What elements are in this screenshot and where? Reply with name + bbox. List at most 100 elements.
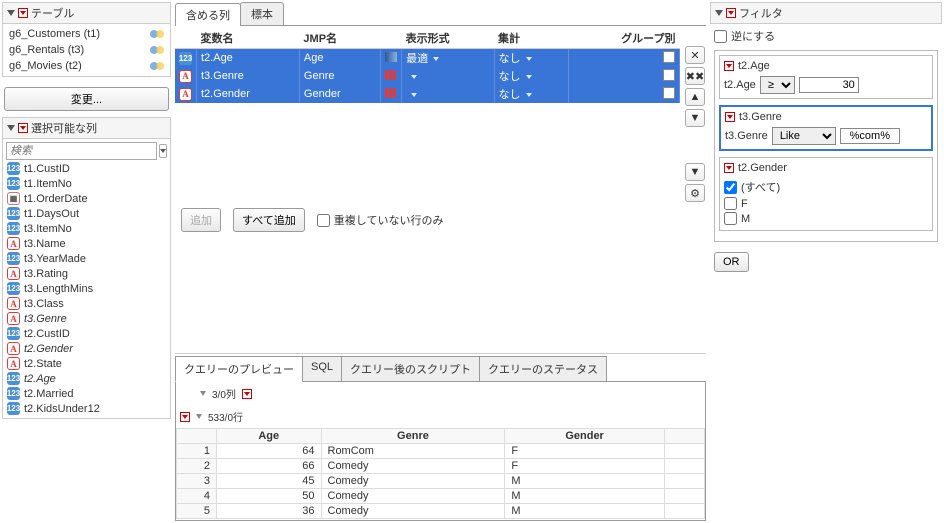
swap-button[interactable]: ✖✖ [685, 67, 705, 85]
red-menu-icon[interactable] [725, 112, 735, 122]
invert-checkbox-label[interactable]: 逆にする [714, 28, 938, 44]
include-row[interactable]: At2.GenderGenderなし [175, 85, 680, 103]
red-menu-icon[interactable] [18, 123, 28, 133]
column-label: t1.DaysOut [24, 208, 79, 220]
red-menu-icon[interactable] [242, 389, 252, 399]
table-row[interactable]: g6_Customers (t1) [5, 26, 168, 42]
groupby-checkbox[interactable] [663, 69, 675, 81]
column-item[interactable]: 123t1.CustID [5, 161, 168, 176]
preview-row[interactable]: 164RomComF [177, 444, 705, 459]
filter-gender-option[interactable]: M [724, 211, 928, 226]
tables-header[interactable]: テーブル [2, 2, 171, 24]
join-icon[interactable] [150, 30, 164, 38]
or-button[interactable]: OR [714, 252, 749, 272]
cell-jmpname[interactable]: Age [299, 49, 380, 68]
include-row[interactable]: At3.GenreGenreなし [175, 67, 680, 85]
cols-disclosure-icon[interactable] [200, 391, 206, 396]
column-item[interactable]: 123t3.ItemNo [5, 221, 168, 236]
search-options-icon[interactable] [159, 144, 167, 158]
groupby-checkbox[interactable] [663, 51, 675, 63]
column-item[interactable]: 123t2.KidsUnder12 [5, 401, 168, 416]
red-menu-icon[interactable] [724, 163, 734, 173]
column-item[interactable]: 123t1.ItemNo [5, 176, 168, 191]
distinct-checkbox-label[interactable]: 重複していない行のみ [317, 212, 444, 228]
column-search-input[interactable] [6, 142, 157, 160]
bars-icon [385, 70, 397, 80]
red-menu-icon[interactable] [724, 61, 734, 71]
cell-agg[interactable]: なし [494, 67, 569, 85]
preview-row[interactable]: 536ComedyM [177, 504, 705, 519]
remove-button[interactable]: ✕ [685, 46, 705, 64]
move-up-button[interactable]: ▲ [685, 88, 705, 106]
join-icon[interactable] [150, 46, 164, 54]
filter-header[interactable]: フィルタ [710, 2, 942, 24]
tab-postscript[interactable]: クエリー後のスクリプト [341, 356, 480, 382]
filter-age-value-input[interactable] [799, 77, 859, 93]
table-row[interactable]: g6_Rentals (t3) [5, 42, 168, 58]
column-item[interactable]: At3.Class [5, 296, 168, 311]
column-item[interactable]: At2.State [5, 356, 168, 371]
red-menu-icon[interactable] [18, 8, 28, 18]
invert-checkbox[interactable] [714, 30, 727, 43]
column-item[interactable]: 123t3.LengthMins [5, 281, 168, 296]
join-icon[interactable] [150, 62, 164, 70]
tab-include-columns[interactable]: 含める列 [175, 3, 241, 26]
tab-query-status[interactable]: クエリーのステータス [479, 356, 607, 382]
properties-button[interactable]: ⚙ [685, 184, 705, 202]
column-item[interactable]: 123t2.CustID [5, 326, 168, 341]
column-item[interactable]: At3.Genre [5, 311, 168, 326]
cell-agg[interactable]: なし [494, 85, 569, 103]
columns-title: 選択可能な列 [31, 120, 97, 136]
distinct-checkbox[interactable] [317, 214, 330, 227]
filter-genre-op-select[interactable]: Like [772, 127, 836, 145]
column-item[interactable]: At2.Gender [5, 341, 168, 356]
preview-header-gender[interactable]: Gender [505, 429, 664, 444]
cols-meta-label: 3/0列 [212, 386, 236, 401]
tab-query-preview[interactable]: クエリーのプレビュー [175, 356, 303, 382]
table-row[interactable]: g6_Movies (t2) [5, 58, 168, 74]
numeric-type-icon: 123 [7, 222, 20, 235]
cell-format[interactable] [402, 67, 494, 85]
tab-sql[interactable]: SQL [302, 356, 342, 382]
include-tabs: 含める列 標本 [175, 2, 706, 26]
filter-button[interactable]: ▼ [685, 163, 705, 181]
columns-body: 123t1.CustID123t1.ItemNo▦t1.OrderDate123… [2, 139, 171, 419]
red-menu-icon[interactable] [180, 412, 190, 422]
columns-header[interactable]: 選択可能な列 [2, 117, 171, 139]
filter-genre-label: t3.Genre [725, 130, 768, 142]
add-all-button[interactable]: すべて追加 [233, 208, 305, 232]
preview-row[interactable]: 266ComedyF [177, 459, 705, 474]
cell-agg[interactable]: なし [494, 49, 569, 68]
filter-box-genre: t3.Genre t3.Genre Like [719, 105, 933, 151]
rows-disclosure-icon[interactable] [196, 414, 202, 419]
filter-gender-all[interactable]: (すべて) [724, 178, 928, 196]
column-item[interactable]: At3.Rating [5, 266, 168, 281]
cell-jmpname[interactable]: Genre [299, 67, 380, 85]
add-button[interactable]: 追加 [181, 208, 221, 232]
cell-age: 64 [217, 444, 322, 459]
column-item[interactable]: 123t1.DaysOut [5, 206, 168, 221]
cell-format[interactable] [402, 85, 494, 103]
include-row[interactable]: 123t2.AgeAge最適なし [175, 49, 680, 68]
column-item[interactable]: At3.Name [5, 236, 168, 251]
change-tables-button[interactable]: 変更... [4, 87, 169, 111]
column-item[interactable]: ▦t1.OrderDate [5, 191, 168, 206]
column-item[interactable]: 123t2.Married [5, 386, 168, 401]
cell-jmpname[interactable]: Gender [299, 85, 380, 103]
filter-age-op-select[interactable]: ≥ [760, 76, 795, 94]
groupby-checkbox[interactable] [663, 87, 675, 99]
red-menu-icon[interactable] [726, 8, 736, 18]
column-item[interactable]: 123t3.YearMade [5, 251, 168, 266]
filter-gender-option[interactable]: F [724, 196, 928, 211]
preview-header-genre[interactable]: Genre [321, 429, 505, 444]
preview-row[interactable]: 450ComedyM [177, 489, 705, 504]
preview-row[interactable]: 345ComedyM [177, 474, 705, 489]
filter-genre-value-input[interactable] [840, 128, 900, 144]
tab-sample[interactable]: 標本 [240, 2, 284, 25]
cell-format[interactable]: 最適 [402, 49, 494, 68]
tables-title: テーブル [31, 5, 74, 21]
preview-header-age[interactable]: Age [217, 429, 322, 444]
include-grid: 変数名 JMP名 表示形式 集計 グループ別 123t2.AgeAge最適なしA… [175, 28, 680, 103]
column-item[interactable]: 123t2.Age [5, 371, 168, 386]
move-down-button[interactable]: ▼ [685, 109, 705, 127]
